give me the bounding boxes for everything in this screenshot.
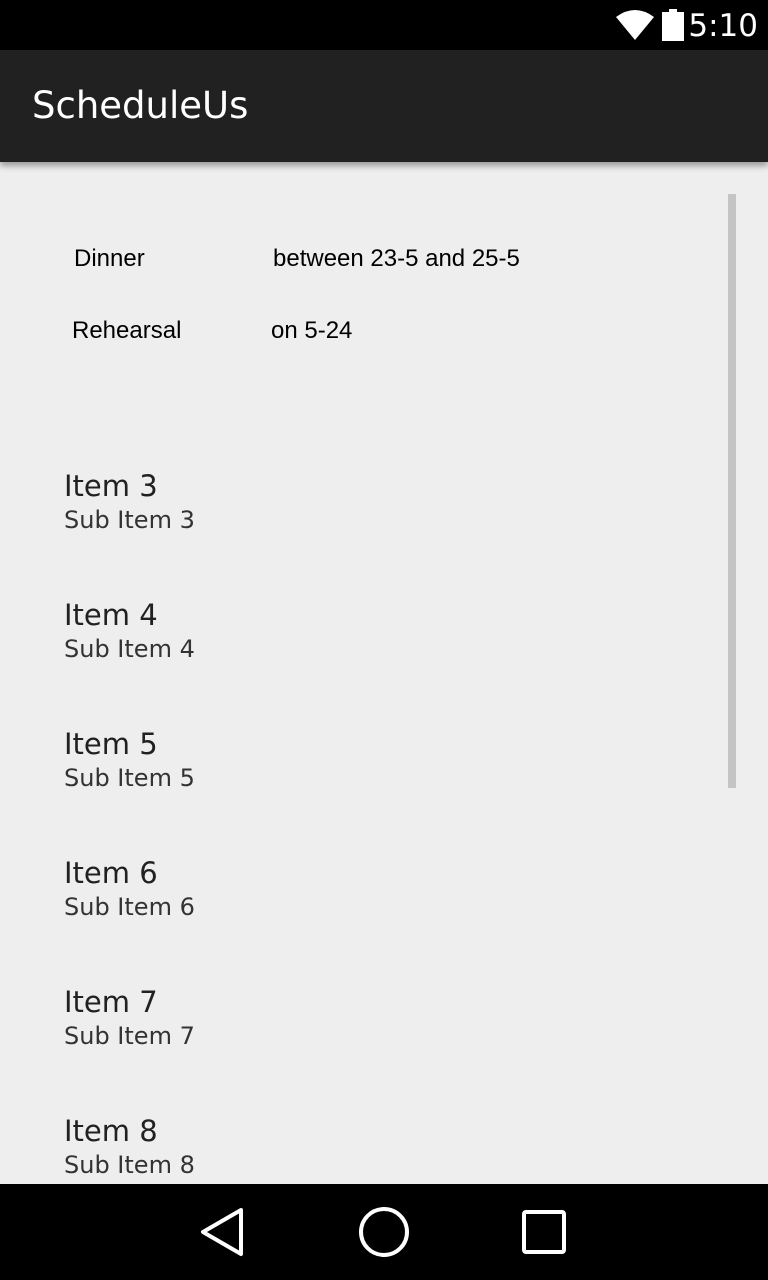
item-subtitle: Sub Item 7 [64,1022,195,1050]
list-item[interactable]: Item 3 Sub Item 3 [64,468,195,536]
wifi-icon [616,10,654,40]
item-title: Item 6 [64,856,158,890]
battery-icon [662,9,684,41]
event-row-rehearsal[interactable]: Rehearsal on 5-24 [0,316,700,348]
list-item[interactable]: Item 6 Sub Item 6 [64,855,195,923]
list-item[interactable]: Item 4 Sub Item 4 [64,597,195,665]
back-icon[interactable] [192,1202,252,1262]
item-title: Item 8 [64,1114,158,1148]
status-bar: 5:10 [0,0,768,50]
recents-icon[interactable] [514,1202,574,1262]
item-subtitle: Sub Item 5 [64,764,195,792]
event-detail: on 5-24 [271,317,353,344]
item-subtitle: Sub Item 3 [64,506,195,534]
list-item[interactable]: Item 7 Sub Item 7 [64,984,195,1052]
item-subtitle: Sub Item 8 [64,1151,195,1179]
item-title: Item 3 [64,469,158,503]
list-item[interactable]: Item 5 Sub Item 5 [64,726,195,794]
navigation-bar [0,1184,768,1280]
scrollbar[interactable] [728,194,736,788]
content-list[interactable]: Dinner between 23-5 and 25-5 Rehearsal o… [0,162,768,1184]
app-title: ScheduleUs [32,84,249,127]
list-item[interactable]: Item 8 Sub Item 8 [64,1113,195,1181]
item-title: Item 5 [64,727,158,761]
app-bar: ScheduleUs [0,50,768,162]
item-subtitle: Sub Item 4 [64,635,195,663]
event-name: Rehearsal [72,317,182,344]
event-name: Dinner [74,245,145,272]
event-detail: between 23-5 and 25-5 [273,245,520,272]
home-icon[interactable] [354,1202,414,1262]
status-time: 5:10 [688,8,758,44]
item-title: Item 7 [64,985,158,1019]
item-subtitle: Sub Item 6 [64,893,195,921]
item-title: Item 4 [64,598,158,632]
event-row-dinner[interactable]: Dinner between 23-5 and 25-5 [0,244,700,276]
